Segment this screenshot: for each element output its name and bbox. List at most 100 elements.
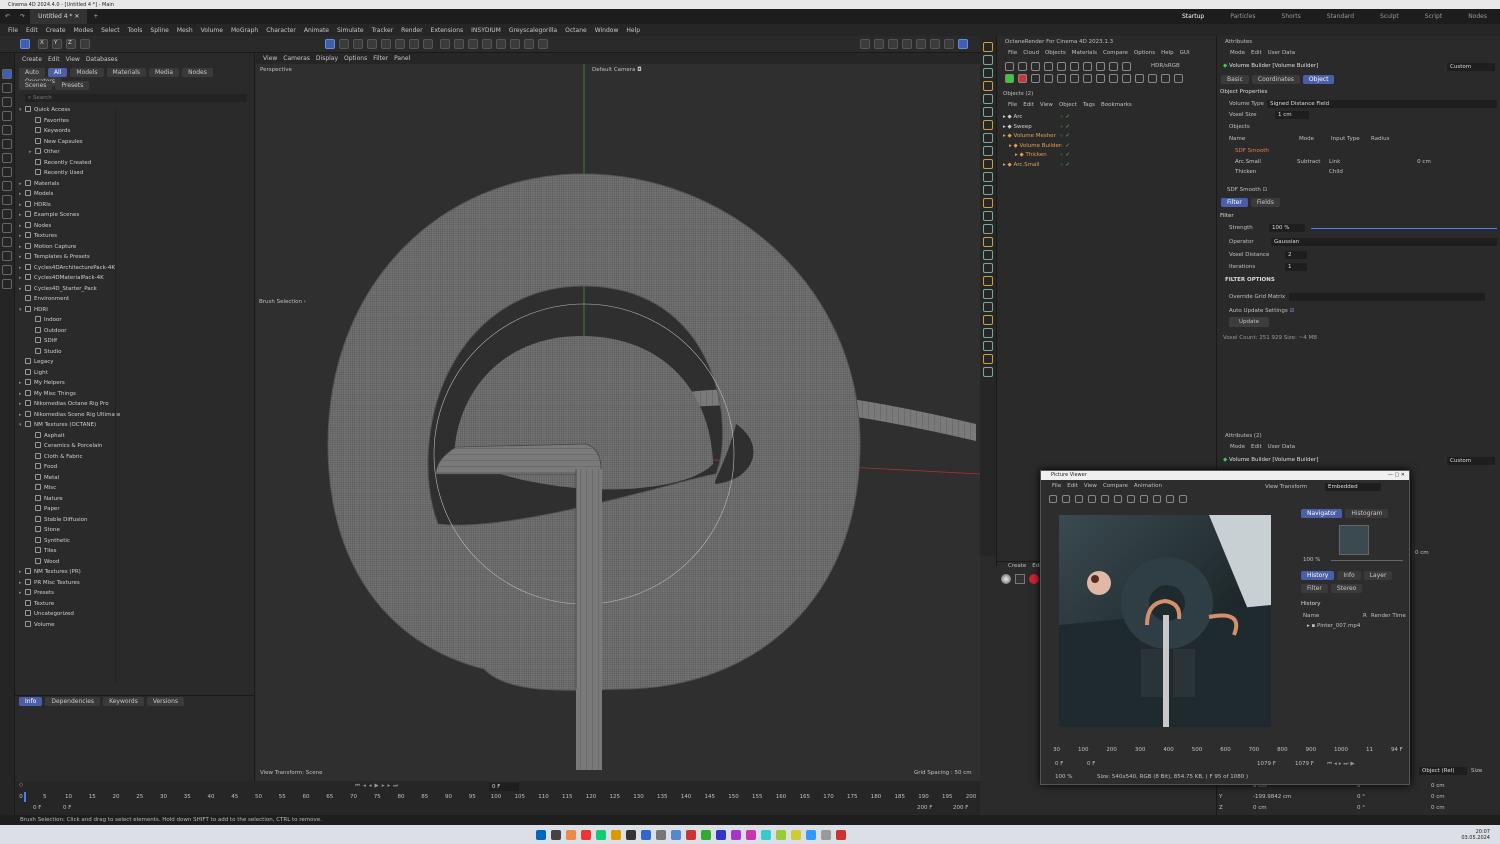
list-item[interactable]: Synthetic	[19, 536, 119, 547]
pv-frame-end2[interactable]: 1079 F	[1295, 761, 1314, 767]
list-item[interactable]: Paper	[19, 504, 119, 515]
octane-tool-icon[interactable]	[983, 133, 993, 143]
octane-tool-icon[interactable]	[983, 198, 993, 208]
asset-tab-auto[interactable]: Auto	[19, 68, 45, 77]
volume-type-select[interactable]: Signed Distance Field	[1267, 100, 1497, 108]
list-item[interactable]: Stone	[19, 525, 119, 536]
pv-frame-start[interactable]: 0 F	[1055, 761, 1063, 767]
iterations-field[interactable]: 1	[1285, 263, 1307, 271]
coord-rotation[interactable]: 0 °	[1357, 805, 1365, 811]
taskbar-app-icon[interactable]	[776, 829, 786, 840]
toolbar-mode-icon[interactable]	[423, 39, 433, 49]
menu-edit[interactable]: Edit	[22, 27, 42, 34]
layout-tab-script[interactable]: Script	[1412, 9, 1455, 25]
object-row[interactable]: ▸ ◆ Thicken ⁘ ✓	[1003, 151, 1203, 161]
list-item[interactable]: ▾ NM Textures (OCTANE)	[19, 420, 119, 431]
list-item[interactable]: Texture	[19, 599, 119, 610]
layout-tab-sculpt[interactable]: Sculpt	[1367, 9, 1412, 25]
pv-tool-icon[interactable]	[1088, 495, 1096, 503]
menu-spline[interactable]: Spline	[146, 27, 172, 34]
taskbar-app-icon[interactable]	[821, 829, 831, 840]
toolbar-mode-icon[interactable]	[860, 39, 870, 49]
viewport-menu-display[interactable]: Display	[313, 55, 341, 62]
octane-icon[interactable]	[1070, 62, 1079, 71]
left-tool-icon[interactable]	[2, 209, 12, 219]
menu-mograph[interactable]: MoGraph	[227, 27, 262, 34]
octane-icon[interactable]	[1122, 62, 1131, 71]
octane-menu-compare[interactable]: Compare	[1100, 50, 1131, 56]
left-tool-icon[interactable]	[2, 153, 12, 163]
material-menu-create[interactable]: Create	[1005, 563, 1029, 569]
viewport-scene[interactable]	[256, 64, 980, 770]
octane-icon[interactable]	[1109, 74, 1118, 83]
list-item[interactable]: Uncategorized	[19, 609, 119, 620]
list-item[interactable]: Cloth & Fabric	[19, 452, 119, 463]
list-item[interactable]: Asphalt	[19, 431, 119, 442]
menu-insydium[interactable]: INSYDIUM	[467, 27, 505, 34]
toolbar-mode-icon[interactable]	[958, 39, 968, 49]
toolbar-mode-icon[interactable]	[339, 39, 349, 49]
voxel-distance-field[interactable]: 2	[1285, 251, 1307, 259]
zoom-slider[interactable]	[1331, 560, 1403, 561]
left-tool-icon[interactable]	[2, 111, 12, 121]
playback-controls[interactable]: ⏮◂◂▶▸▸⏭	[355, 783, 401, 790]
octane-menu-file[interactable]: File	[1005, 50, 1020, 56]
taskbar-app-icon[interactable]	[581, 829, 591, 840]
octane-icon[interactable]	[1096, 74, 1105, 83]
taskbar-app-icon[interactable]	[716, 829, 726, 840]
taskbar-app-icon[interactable]	[671, 829, 681, 840]
voxel-size-field[interactable]: 1 cm	[1275, 111, 1309, 119]
asset-menu-view[interactable]: View	[63, 56, 83, 63]
menu-tracker[interactable]: Tracker	[368, 27, 398, 34]
coord-position[interactable]: -199.9842 cm	[1253, 794, 1291, 800]
operator-select[interactable]: Gaussian	[1271, 238, 1497, 246]
list-item[interactable]: Recently Created	[19, 158, 119, 169]
pv-tab-histogram[interactable]: Histogram	[1345, 509, 1389, 518]
list-item[interactable]: ▸ Nodes	[19, 221, 119, 232]
octane-tool-icon[interactable]	[983, 55, 993, 65]
pv-tool-icon[interactable]	[1075, 495, 1083, 503]
left-tool-icon[interactable]	[2, 237, 12, 247]
menu-help[interactable]: Help	[622, 27, 644, 34]
list-item[interactable]: ▸ Models	[19, 189, 119, 200]
layout-tab-startup[interactable]: Startup	[1168, 9, 1218, 25]
octane-tool-icon[interactable]	[983, 68, 993, 78]
menu-create[interactable]: Create	[42, 27, 70, 34]
list-item[interactable]: ▸ NM Textures (PR)	[19, 567, 119, 578]
pv-tool-icon[interactable]	[1153, 495, 1161, 503]
redo-icon[interactable]: ↷	[15, 13, 30, 20]
asset-tab-media[interactable]: Media	[149, 68, 180, 77]
octane-icon[interactable]	[1070, 74, 1079, 83]
menu-animate[interactable]: Animate	[300, 27, 333, 34]
list-item[interactable]: ▸ Textures	[19, 231, 119, 242]
axis-x-icon[interactable]: X	[40, 40, 44, 46]
list-item[interactable]: Studio	[19, 347, 119, 358]
toolbar-mode-icon[interactable]	[538, 39, 548, 49]
toolbar-mode-icon[interactable]	[944, 39, 954, 49]
history-item[interactable]: ▸ ▪ Pinter_007.mp4	[1307, 623, 1360, 629]
octane-icon[interactable]	[1005, 62, 1014, 71]
layout-tab-shorts[interactable]: Shorts	[1269, 9, 1314, 25]
coord-row[interactable]: Z 0 cm 0 ° 0 cm	[1217, 802, 1500, 813]
taskbar-app-icon[interactable]	[626, 829, 636, 840]
octane-tool-icon[interactable]	[983, 367, 993, 377]
left-tool-icon[interactable]	[2, 251, 12, 261]
pv-menu-file[interactable]: File	[1049, 483, 1064, 489]
octane-icon[interactable]	[1148, 74, 1157, 83]
add-tab-icon[interactable]: +	[87, 13, 104, 20]
pv-tool-icon[interactable]	[1140, 495, 1148, 503]
left-tool-icon[interactable]	[2, 195, 12, 205]
menu-simulate[interactable]: Simulate	[333, 27, 368, 34]
preset2-select[interactable]: Custom	[1447, 457, 1495, 465]
list-item[interactable]: Wood	[19, 557, 119, 568]
viewport-menu-panel[interactable]: Panel	[391, 55, 413, 62]
list-item[interactable]: ▸ HDRIs	[19, 200, 119, 211]
asset-search-input[interactable]: ⌕ Search	[25, 94, 247, 102]
toolbar-mode-icon[interactable]	[454, 39, 464, 49]
toolbar-mode-icon[interactable]	[395, 39, 405, 49]
octane-tool-icon[interactable]	[983, 94, 993, 104]
attributes2-menu-user-data[interactable]: User Data	[1265, 444, 1298, 450]
left-tool-icon[interactable]	[2, 97, 12, 107]
checkbox-icon[interactable]: ☑	[1290, 308, 1295, 314]
menu-tools[interactable]: Tools	[124, 27, 147, 34]
